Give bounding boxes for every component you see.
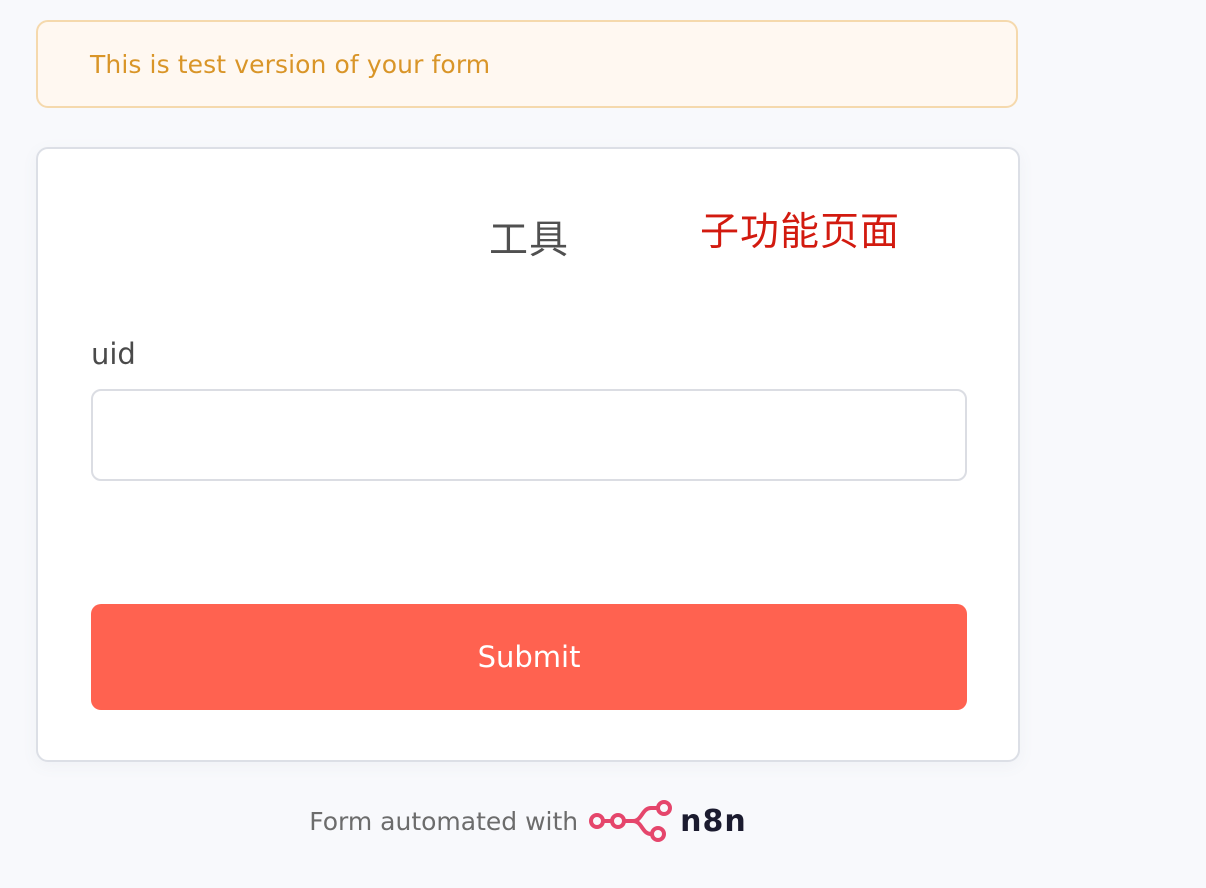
form-page: This is test version of your form 工具 子功能… [0,0,1206,888]
test-version-banner-text: This is test version of your form [90,49,491,79]
footer-text: Form automated with [309,806,579,836]
submit-button[interactable]: Submit [91,604,967,710]
n8n-logo-icon [588,798,676,844]
footer: Form automated with n8n [0,798,1056,844]
test-version-banner: This is test version of your form [36,20,1018,108]
form-card: 工具 子功能页面 uid Submit [36,147,1020,762]
uid-field-label: uid [91,337,136,371]
n8n-brand-name: n8n [680,803,747,839]
annotation-text: 子功能页面 [700,210,901,255]
uid-input[interactable] [91,389,967,481]
n8n-footer-link[interactable]: Form automated with n8n [309,798,747,844]
